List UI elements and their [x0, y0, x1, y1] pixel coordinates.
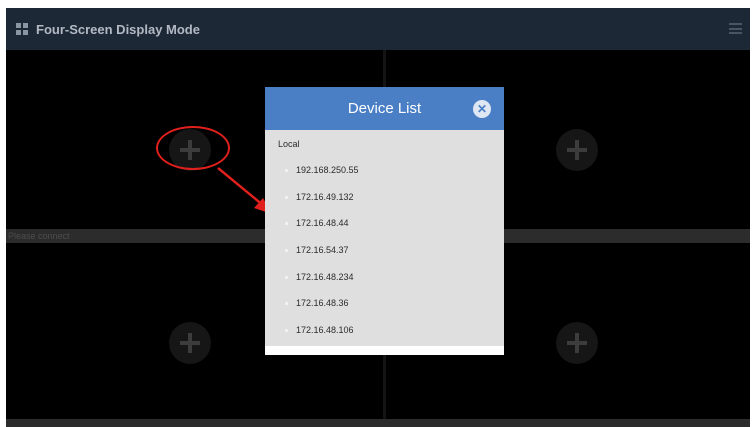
bullet-icon — [285, 329, 288, 333]
grid-icon — [16, 23, 28, 35]
bullet-icon — [285, 302, 288, 306]
device-item[interactable]: 172.16.54.37 — [265, 237, 504, 264]
dialog-header: Device List ✕ — [265, 87, 504, 130]
bullet-icon — [285, 195, 288, 199]
dialog-footer — [265, 346, 504, 355]
annotation-ellipse — [156, 126, 230, 170]
bottom-strip — [6, 419, 750, 427]
title-bar: Four-Screen Display Mode — [6, 8, 750, 50]
device-list: 192.168.250.55 172.16.49.132 172.16.48.4… — [265, 157, 504, 344]
window-title: Four-Screen Display Mode — [36, 21, 200, 37]
device-item[interactable]: 172.16.48.44 — [265, 210, 504, 237]
close-icon[interactable]: ✕ — [473, 100, 491, 118]
bullet-icon — [285, 222, 288, 226]
device-item[interactable]: 172.16.48.234 — [265, 264, 504, 291]
hamburger-menu-icon[interactable] — [729, 23, 742, 34]
device-item[interactable]: 192.168.250.55 — [265, 157, 504, 184]
plus-icon[interactable] — [556, 322, 598, 364]
device-item[interactable]: 172.16.48.106 — [265, 317, 504, 344]
bullet-icon — [285, 249, 288, 253]
four-screen-app: Four-Screen Display Mode Please connect … — [6, 8, 750, 427]
device-list-dialog: Device List ✕ Local 192.168.250.55 172.1… — [265, 87, 504, 355]
device-group-label: Local — [278, 139, 300, 149]
bullet-icon — [285, 275, 288, 279]
plus-icon[interactable] — [556, 129, 598, 171]
plus-icon[interactable] — [169, 322, 211, 364]
device-item[interactable]: 172.16.48.36 — [265, 290, 504, 317]
bullet-icon — [285, 169, 288, 172]
status-strip-label: Please connect — [8, 231, 70, 241]
dialog-title: Device List — [347, 100, 422, 117]
device-item[interactable]: 172.16.49.132 — [265, 184, 504, 211]
